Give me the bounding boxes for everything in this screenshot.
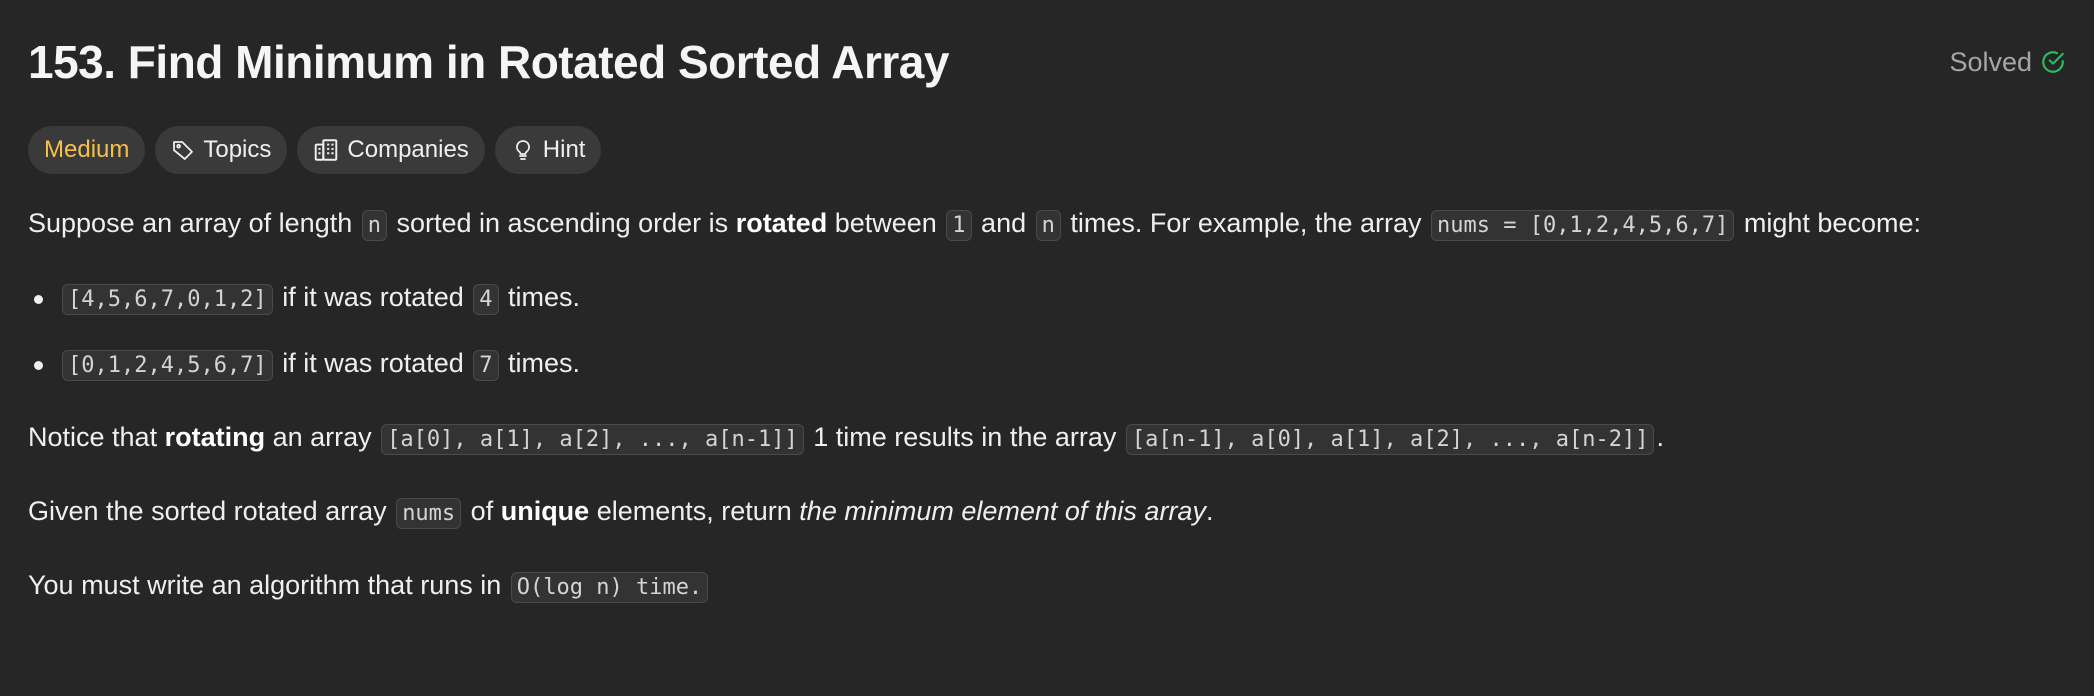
inline-code: nums [396,498,462,529]
difficulty-label: Medium [44,136,130,163]
list-item: [4,5,6,7,0,1,2] if it was rotated 4 time… [28,280,580,346]
inline-code: 4 [473,284,499,315]
inline-code: O(log n) time. [510,572,709,603]
inline-code: [0,1,2,4,5,6,7] [62,350,273,381]
inline-code: [4,5,6,7,0,1,2] [62,284,273,315]
bold-text: rotated [735,208,828,238]
solved-label: Solved [1949,46,2032,77]
inline-code: n [361,210,387,241]
topics-button[interactable]: Topics [155,126,288,174]
description-paragraph-2: Notice that rotating an array [a[0], a[1… [28,420,1664,455]
tag-icon [171,138,195,162]
difficulty-badge: Medium [28,126,146,174]
companies-button[interactable]: Companies [297,126,485,174]
problem-description-panel: 153. Find Minimum in Rotated Sorted Arra… [0,0,2094,696]
hint-button[interactable]: Hint [494,126,602,174]
problem-title[interactable]: 153. Find Minimum in Rotated Sorted Arra… [28,35,949,89]
inline-code: 7 [473,350,499,381]
topics-label: Topics [203,136,272,163]
check-circle-icon [2040,49,2066,75]
bold-text: unique [500,496,590,526]
inline-code: [a[n-1], a[0], a[1], a[2], ..., a[n-2]] [1125,424,1655,455]
inline-code: 1 [946,210,972,241]
italic-text: the minimum element of this array [799,496,1206,526]
list-item: [0,1,2,4,5,6,7] if it was rotated 7 time… [28,346,580,412]
inline-code: [a[0], a[1], a[2], ..., a[n-1]] [381,424,804,455]
hint-label: Hint [542,136,586,163]
tag-bar: Medium Topics Companies Hint [28,126,602,174]
description-paragraph-3: Given the sorted rotated array nums of u… [28,494,1213,529]
title-row: 153. Find Minimum in Rotated Sorted Arra… [28,30,2066,94]
inline-code: nums = [0,1,2,4,5,6,7] [1430,210,1735,241]
description-paragraph-1: Suppose an array of length n sorted in a… [28,206,1921,241]
description-paragraph-4: You must write an algorithm that runs in… [28,568,710,603]
companies-label: Companies [347,136,469,163]
lightbulb-icon [511,138,535,162]
bold-text: rotating [164,422,266,452]
inline-code: n [1035,210,1061,241]
building-icon [313,137,339,163]
example-list: [4,5,6,7,0,1,2] if it was rotated 4 time… [28,280,580,412]
solved-status: Solved [1949,47,2066,78]
